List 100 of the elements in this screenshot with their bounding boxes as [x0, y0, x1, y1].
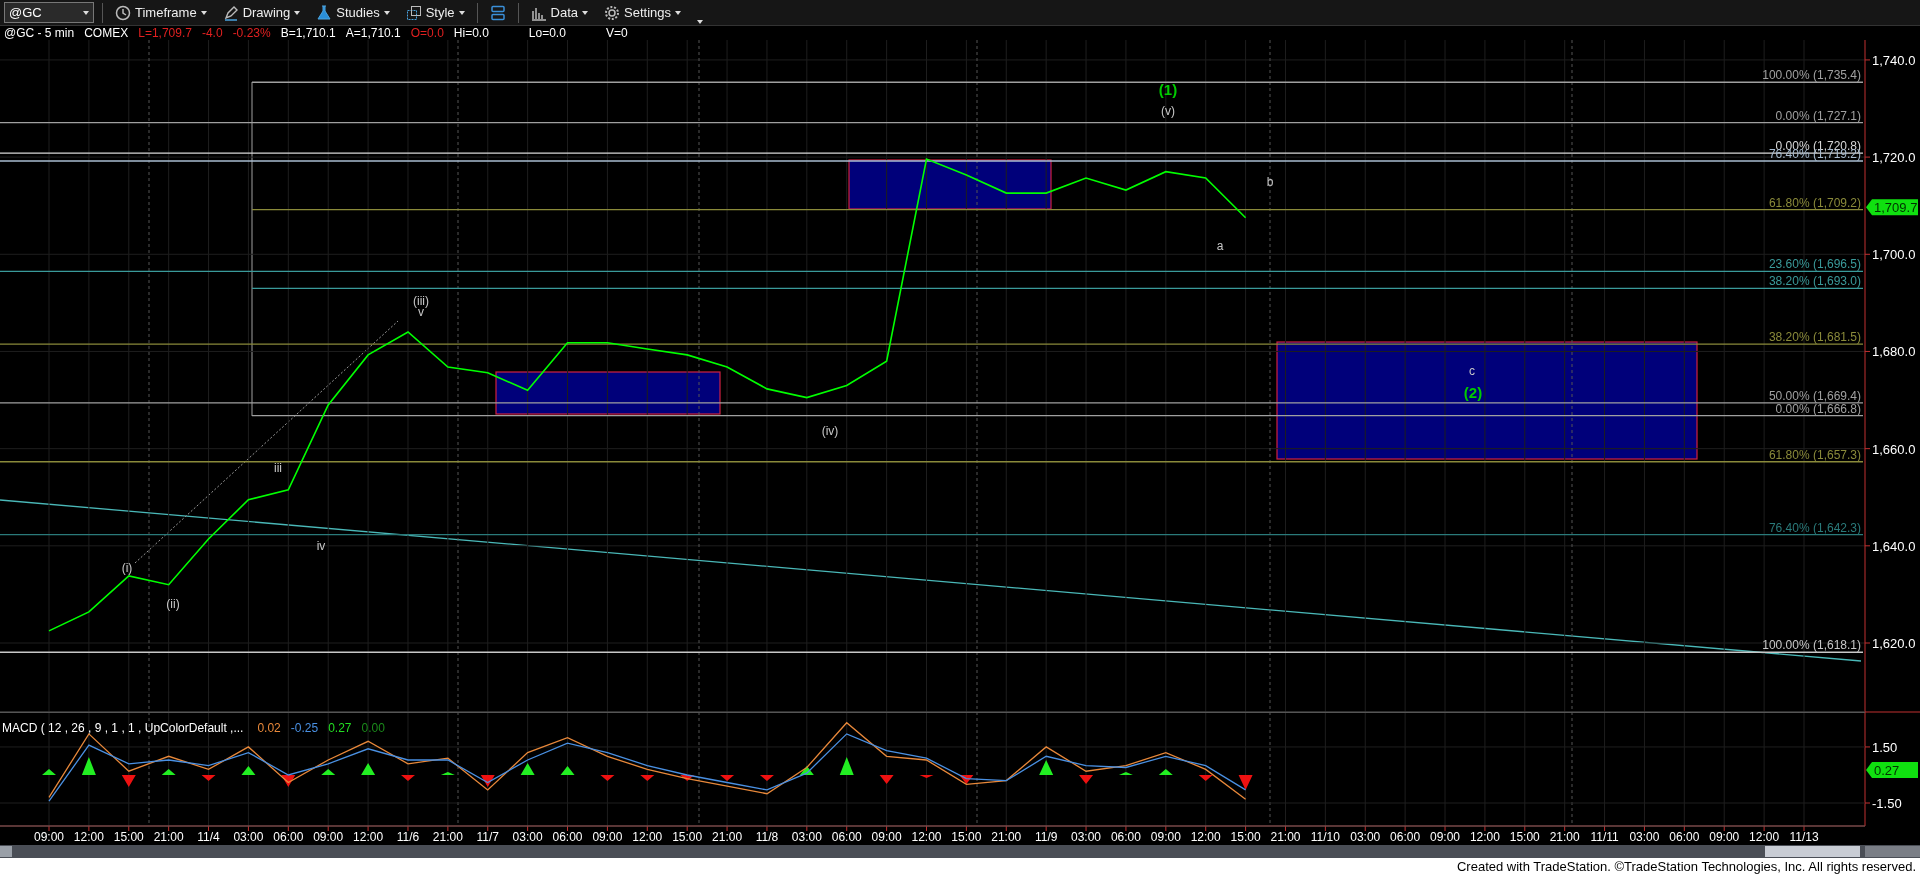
- wave-label: (iv): [821, 424, 839, 438]
- caret-icon: [200, 10, 207, 15]
- indicator-title: MACD ( 12 , 26 , 9 , 1 , 1 , UpColorDefault ,...: [2, 720, 244, 737]
- axis-label: 15:00: [672, 830, 703, 844]
- wave-label: iv: [316, 539, 326, 553]
- wave-label: (2): [1463, 384, 1483, 401]
- caret-icon: [675, 10, 682, 15]
- axis-label: 11/8: [755, 830, 779, 844]
- fib-level-label: 0.00% (1,727.1): [1775, 108, 1861, 123]
- quote-field: Hi=0.0: [453, 26, 489, 40]
- fib-level-label: 38.20% (1,693.0): [1768, 274, 1861, 289]
- axis-label: 1,740.0: [1872, 52, 1916, 68]
- indicator-reading: -0.25: [290, 720, 319, 737]
- axis-label: 09:00: [871, 830, 902, 844]
- wave-label: v: [418, 305, 424, 319]
- clock-icon: [115, 4, 131, 21]
- toolbar-menu-button[interactable]: Studies: [312, 1, 394, 24]
- axis-label: 09:00: [592, 830, 623, 844]
- wave-label: (ii): [166, 597, 180, 611]
- axis-label: 06:00: [552, 830, 583, 844]
- axis-label: 15:00: [1230, 830, 1261, 844]
- wave-label: iii: [274, 461, 282, 475]
- axis-label: 03:00: [791, 830, 822, 844]
- caret-icon: [83, 10, 89, 15]
- indicator-value-tag: 0.27: [1866, 761, 1918, 778]
- fib-level-label: 76.40% (1,642.3): [1768, 520, 1861, 535]
- axis-label: 09:00: [1430, 830, 1461, 844]
- axis-label: 12:00: [632, 830, 663, 844]
- scrollbar-thumb[interactable]: [1765, 846, 1860, 857]
- quote-field: B=1,710.1: [280, 26, 336, 40]
- axis-label: 21:00: [712, 830, 743, 844]
- quote-field: A=1,710.1: [345, 26, 401, 40]
- caret-icon: [383, 10, 390, 15]
- axis-label: 06:00: [1669, 830, 1700, 844]
- caret-icon: [697, 19, 704, 24]
- pen-icon: [222, 4, 239, 21]
- wave-label: b: [1266, 175, 1274, 189]
- axis-label: 15:00: [1509, 830, 1540, 844]
- axis-label: -1.50: [1872, 796, 1902, 811]
- axis-label: 06:00: [1110, 830, 1141, 844]
- fib-level-label: 100.00% (1,618.1): [1762, 638, 1861, 653]
- axis-label: 1,680.0: [1872, 344, 1916, 360]
- axis-label: 06:00: [831, 830, 862, 844]
- axis-label: 12:00: [1190, 830, 1221, 844]
- quote-field: @GC - 5 min: [4, 26, 75, 40]
- wave-label: (v): [1161, 104, 1175, 118]
- axis-label: 15:00: [951, 830, 982, 844]
- axis-label: 15:00: [113, 830, 144, 844]
- axis-label: 11/4: [197, 830, 220, 844]
- axis-label: 06:00: [273, 830, 304, 844]
- axis-label: 09:00: [1709, 830, 1740, 844]
- axis-label: 1.50: [1872, 739, 1898, 755]
- scrollbar-track[interactable]: [0, 845, 1920, 858]
- toolbar-menu-button[interactable]: Settings: [600, 1, 686, 24]
- toolbar-menu-button[interactable]: Data: [526, 1, 593, 24]
- axis-label: 03:00: [512, 830, 543, 844]
- quote-field: L=1,709.7: [138, 26, 192, 40]
- axis-label: 09:00: [313, 830, 344, 844]
- axis-label: 1,660.0: [1872, 441, 1916, 457]
- axis-label: 21:00: [153, 830, 184, 844]
- axis-label: 11/11: [1590, 830, 1619, 844]
- wave-label: (i): [121, 561, 133, 575]
- axis-label: 03:00: [1350, 830, 1381, 844]
- symbol-dropdown[interactable]: @GC: [4, 2, 94, 23]
- axis-label: 11/6: [396, 830, 420, 844]
- caret-icon: [582, 10, 589, 15]
- axis-label: 1,700.0: [1872, 247, 1916, 263]
- fib-level-label: 100.00% (1,735.4): [1762, 68, 1861, 83]
- axis-label: 03:00: [233, 830, 264, 844]
- axis-label: 1,720.0: [1872, 150, 1916, 166]
- axis-label: 12:00: [353, 830, 384, 844]
- indicator-reading: 0.27: [328, 720, 352, 737]
- axis-label: 11/10: [1310, 830, 1340, 844]
- axis-label: 21:00: [1549, 830, 1580, 844]
- flask-icon: [316, 4, 333, 21]
- indicator-reading: 0.00: [361, 720, 385, 737]
- axis-label: 03:00: [1629, 830, 1660, 844]
- axis-label: 21:00: [991, 830, 1022, 844]
- last-price-tag: 1,709.7: [1866, 199, 1918, 216]
- fib-level-label: 61.80% (1,657.3): [1768, 447, 1861, 462]
- axis-label: 11/9: [1034, 830, 1058, 844]
- wave-label: (1): [1158, 81, 1178, 98]
- quote-field: V=0: [605, 26, 628, 40]
- axis-label: 21:00: [432, 830, 463, 844]
- axis-label: 12:00: [73, 830, 104, 844]
- axis-label: 03:00: [1071, 830, 1102, 844]
- fib-level-label: 61.80% (1,709.2): [1768, 195, 1861, 210]
- quote-field: O=0.0: [410, 26, 444, 40]
- axis-label: 12:00: [1469, 830, 1500, 844]
- toolbar-menu-button[interactable]: Drawing: [218, 1, 305, 24]
- settings-icon: [604, 4, 621, 21]
- copyright-note: Created with TradeStation. ©TradeStation Technologies, Inc. All rights reserved.: [0, 858, 1920, 875]
- axis-label: 1,640.0: [1872, 538, 1916, 554]
- toolbar-menu-button[interactable]: Timeframe: [111, 1, 211, 24]
- quote-field: -4.0: [201, 26, 223, 40]
- axis-label: 09:00: [1150, 830, 1181, 844]
- toolbar-menu-button[interactable]: Style: [401, 1, 469, 24]
- axis-label: 11/7: [476, 830, 499, 844]
- axis-label: 06:00: [1390, 830, 1421, 844]
- caret-icon: [294, 10, 301, 15]
